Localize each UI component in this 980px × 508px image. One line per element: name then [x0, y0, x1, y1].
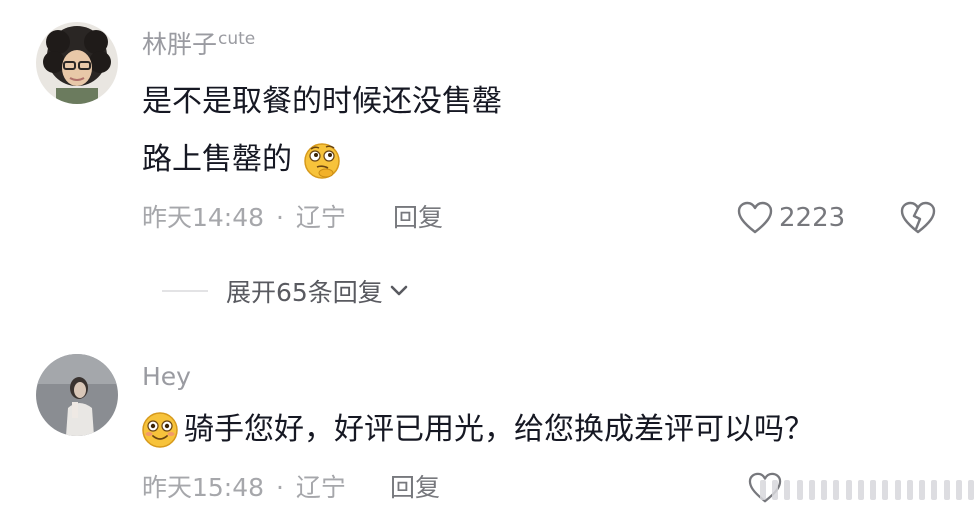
- comment-text: 路上售罄的: [142, 142, 292, 177]
- username-text: 林胖子: [142, 30, 218, 59]
- smiling-face-emoji: [142, 412, 178, 448]
- like-button[interactable]: 2223: [737, 201, 845, 235]
- avatar[interactable]: [36, 354, 118, 436]
- timestamp: 昨天15:48: [142, 473, 265, 502]
- avatar-image: [36, 22, 118, 104]
- heart-outline-icon: [737, 201, 773, 234]
- expand-divider: [162, 290, 208, 292]
- avatar-image: [36, 354, 118, 436]
- avatar[interactable]: [36, 22, 118, 104]
- dislike-button[interactable]: [900, 201, 936, 239]
- reply-button[interactable]: 回复: [393, 203, 443, 233]
- expand-replies-label: 展开65条回复: [226, 278, 383, 307]
- username-suffix: cute: [218, 29, 256, 49]
- thinking-face-emoji: [304, 143, 340, 179]
- broken-heart-icon: [900, 201, 936, 234]
- comment-text-line: 路上售罄的: [142, 140, 342, 180]
- watermark: [760, 478, 974, 502]
- timestamp: 昨天14:48: [142, 203, 265, 232]
- comment-item: Hey 骑手您好，好评已用光，给您换成差评可以吗？ 昨天15:48 · 辽宁 回…: [0, 330, 980, 508]
- comment-text: 是不是取餐的时候还没售罄: [142, 84, 502, 119]
- location: 辽宁: [295, 203, 346, 232]
- username[interactable]: Hey: [142, 362, 191, 392]
- comment-text: 骑手您好，好评已用光，给您换成差评可以吗？: [184, 412, 814, 447]
- username-text: Hey: [142, 362, 191, 391]
- comment-text-line: 是不是取餐的时候还没售罄: [142, 82, 502, 122]
- expand-replies-button[interactable]: 展开65条回复: [162, 273, 409, 309]
- meta-separator: ·: [276, 203, 284, 232]
- location: 辽宁: [295, 473, 346, 502]
- chevron-down-icon: [390, 285, 408, 296]
- comment-meta: 昨天14:48 · 辽宁: [142, 203, 346, 233]
- comment-text-line: 骑手您好，好评已用光，给您换成差评可以吗？: [140, 410, 814, 450]
- comment-item: 林胖子cute 是不是取餐的时候还没售罄 路上售罄的 昨天14:48 · 辽宁 …: [0, 0, 980, 330]
- comment-meta: 昨天15:48 · 辽宁: [142, 473, 346, 503]
- reply-button[interactable]: 回复: [390, 473, 440, 503]
- like-count: 2223: [779, 203, 846, 233]
- username[interactable]: 林胖子cute: [142, 29, 256, 63]
- meta-separator: ·: [276, 473, 284, 502]
